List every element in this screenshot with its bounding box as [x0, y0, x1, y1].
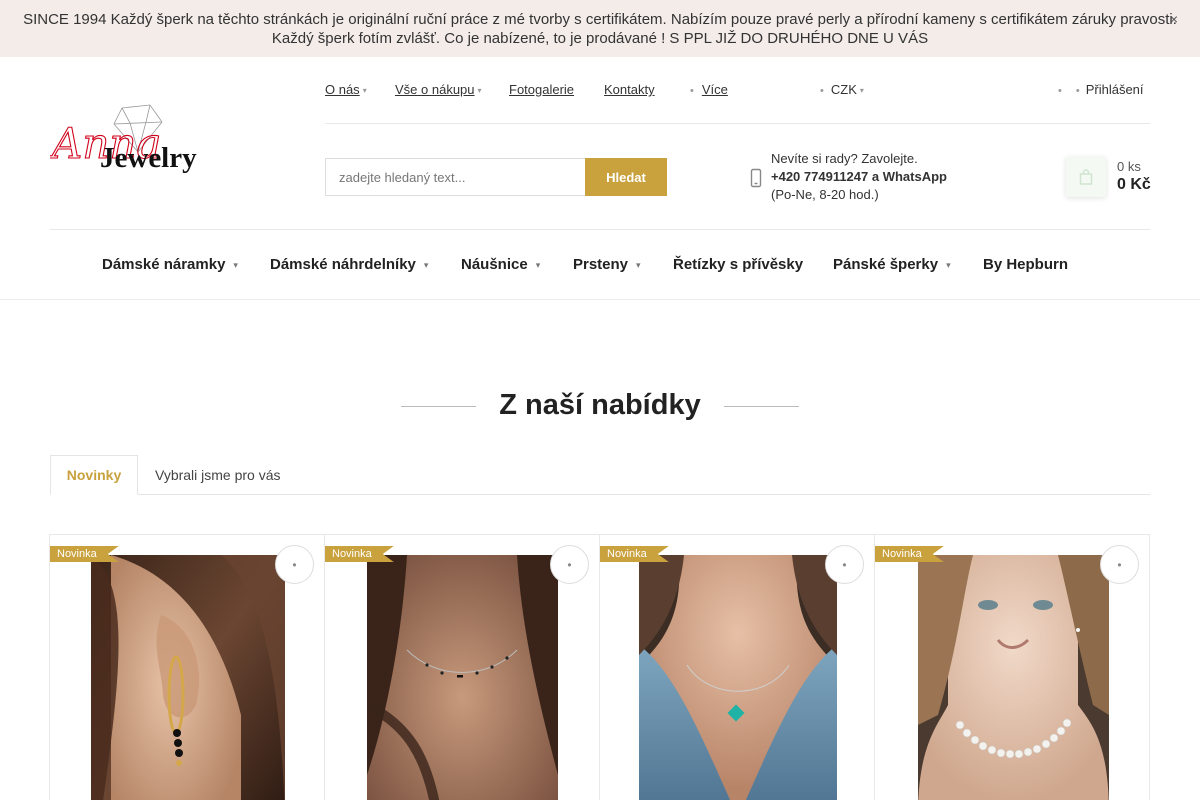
mainnav-retizky[interactable]: Řetízky s přívěsky — [673, 256, 803, 273]
currency-selector[interactable]: • CZK ▾ — [820, 82, 864, 97]
divider — [50, 229, 1150, 230]
turquoise-pendant-photo — [639, 555, 837, 800]
mainnav-label: Prsteny — [573, 256, 629, 273]
necklace-photo — [367, 555, 558, 800]
tabs-divider — [50, 494, 1150, 495]
chevron-down-icon: ▾ — [946, 260, 951, 270]
chevron-down-icon: ▾ — [477, 86, 482, 95]
cart-icon — [1079, 169, 1093, 185]
mainnav-label: Náušnice — [461, 256, 528, 273]
chevron-down-icon: ▾ — [362, 86, 367, 95]
chevron-down-icon: ▾ — [535, 260, 541, 270]
nav-vice[interactable]: • Více — [690, 82, 728, 97]
tab-novinky[interactable]: Novinky — [50, 455, 138, 495]
tab-vybrali-jsme[interactable]: Vybrali jsme pro vás — [155, 467, 281, 483]
cart-button[interactable] — [1066, 157, 1106, 197]
chevron-down-icon: ▾ — [233, 260, 238, 270]
mainnav-label: Dámské náramky — [102, 256, 226, 273]
chevron-down-icon: ▾ — [859, 86, 864, 95]
product-card[interactable]: Novinka • — [49, 534, 325, 800]
new-badge: Novinka — [50, 546, 119, 562]
mainnav-by-hepburn[interactable]: By Hepburn — [983, 256, 1068, 273]
title-decoration — [724, 406, 799, 407]
nav-fotogalerie-link[interactable]: Fotogalerie — [509, 82, 574, 97]
mainnav-prsteny[interactable]: Prsteny ▾ — [573, 256, 641, 273]
product-card[interactable]: Novinka • — [324, 534, 600, 800]
product-image[interactable] — [91, 555, 285, 800]
product-image[interactable] — [367, 555, 558, 800]
section-title: Z naší nabídky — [499, 389, 701, 421]
chevron-down-icon: ▾ — [636, 260, 641, 270]
currency-label: CZK — [830, 82, 857, 97]
contact-prompt: Nevíte si rady? Zavolejte. — [771, 151, 918, 166]
product-image[interactable] — [639, 555, 837, 800]
announcement-bar: SINCE 1994 Každý šperk na těchto stránká… — [0, 0, 1200, 57]
cart-total[interactable]: 0 Kč — [1117, 176, 1151, 194]
divider — [325, 123, 1150, 124]
divider — [0, 299, 1200, 300]
logo[interactable]: Anna Jewelry — [47, 100, 225, 192]
cart-count[interactable]: 0 ks — [1117, 159, 1141, 174]
mainnav-panske-sperky[interactable]: Pánské šperky ▾ — [833, 256, 951, 273]
new-badge: Novinka — [875, 546, 944, 562]
pearl-necklace-photo — [918, 555, 1109, 800]
logo-word: Jewelry — [100, 142, 197, 174]
heart-icon[interactable]: • — [275, 545, 314, 584]
mainnav-nausnice[interactable]: Náušnice ▾ — [461, 256, 540, 273]
login-link[interactable]: Přihlášení — [1086, 82, 1144, 97]
logo-graphic: Anna Jewelry — [47, 104, 197, 174]
mainnav-label: Řetízky s přívěsky — [673, 256, 804, 273]
product-image[interactable] — [918, 555, 1109, 800]
nav-kontakty[interactable]: Kontakty — [604, 82, 655, 97]
mainnav-damske-naramky[interactable]: Dámské náramky ▾ — [102, 256, 238, 273]
nav-kontakty-link[interactable]: Kontakty — [604, 82, 655, 97]
close-icon[interactable]: × — [1170, 10, 1178, 29]
nav-fotogalerie[interactable]: Fotogalerie — [509, 82, 574, 97]
nav-vse-o-nakupu-link[interactable]: Vše o nákupu — [395, 82, 475, 97]
heart-icon[interactable]: • — [550, 545, 589, 584]
chevron-down-icon: ▾ — [423, 260, 429, 270]
earring-photo — [91, 555, 285, 800]
currency-icon: • — [820, 85, 824, 97]
search-input[interactable] — [325, 158, 586, 196]
announcement-line-1: SINCE 1994 Každý šperk na těchto stránká… — [23, 11, 1177, 28]
mainnav-damske-nahrdelniky[interactable]: Dámské náhrdelníky ▾ — [270, 256, 428, 273]
mainnav-label: By Hepburn — [983, 256, 1069, 273]
user-area[interactable]: • • Přihlášení — [1058, 82, 1144, 97]
heart-icon[interactable]: • — [1100, 545, 1139, 584]
product-card[interactable]: Novinka • — [599, 534, 875, 800]
heart-icon[interactable]: • — [825, 545, 864, 584]
mainnav-label: Dámské náhrdelníky — [270, 256, 416, 273]
product-card[interactable]: Novinka • — [874, 534, 1150, 800]
mainnav-label: Pánské šperky — [833, 256, 939, 273]
new-badge: Novinka — [325, 546, 394, 562]
contact-info: Nevíte si rady? Zavolejte. +420 77491124… — [771, 150, 947, 204]
more-icon: • — [690, 85, 694, 97]
nav-o-nas[interactable]: O nás ▾ — [325, 82, 367, 97]
new-badge: Novinka — [600, 546, 669, 562]
contact-phone[interactable]: +420 774911247 a WhatsApp — [771, 168, 947, 186]
search-button[interactable]: Hledat — [585, 158, 667, 196]
nav-vice-link[interactable]: Více — [702, 82, 728, 97]
contact-hours: (Po-Ne, 8-20 hod.) — [771, 187, 879, 202]
announcement-line-2: Každý šperk fotím zvlášť. Co je nabízené… — [271, 30, 929, 47]
heart-icon[interactable]: • — [1058, 85, 1062, 97]
phone-icon — [750, 168, 762, 188]
nav-o-nas-link[interactable]: O nás — [325, 82, 360, 97]
user-icon: • — [1075, 85, 1080, 97]
nav-vse-o-nakupu[interactable]: Vše o nákupu ▾ — [395, 82, 482, 97]
